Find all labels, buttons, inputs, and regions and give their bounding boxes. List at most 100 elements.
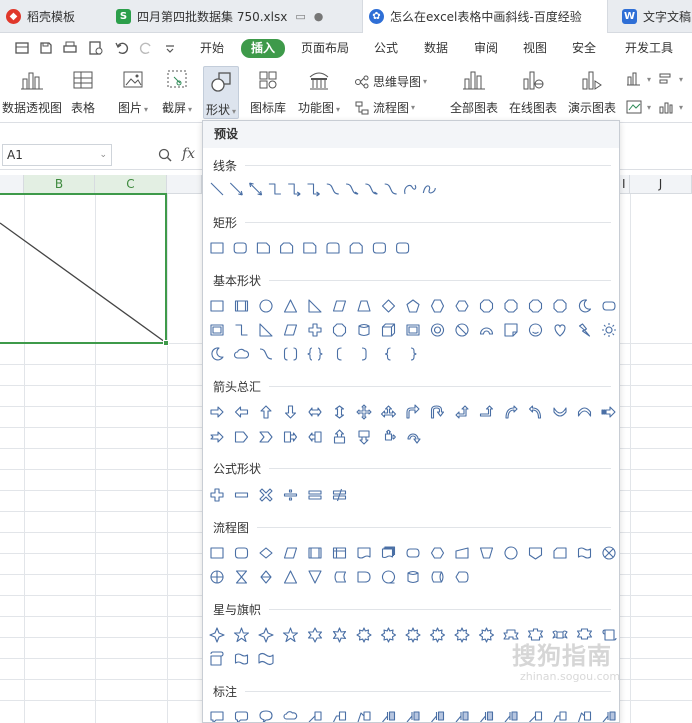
shape-scrollH-icon[interactable] <box>210 651 224 666</box>
shape-lightning-icon[interactable] <box>578 323 591 337</box>
stat-chart-dropdown[interactable]: ▾ <box>658 99 683 115</box>
shape-fcard-icon[interactable] <box>553 547 567 559</box>
shape-fmanual-icon[interactable] <box>455 547 469 559</box>
column-chart-dropdown[interactable]: ▾ <box>626 71 651 87</box>
shape-fdelay-icon[interactable] <box>357 571 371 583</box>
shape-wave-icon[interactable] <box>234 653 249 665</box>
shape-octagon-icon[interactable] <box>553 299 567 313</box>
shape-rtriangle-icon[interactable] <box>308 299 322 313</box>
shape-curve-icon[interactable] <box>384 183 397 195</box>
shape-curvearrow-icon[interactable] <box>365 183 378 195</box>
shape-arrowUD-icon[interactable] <box>334 405 345 419</box>
shape-octagon-icon[interactable] <box>528 299 543 313</box>
shape-cRound-icon[interactable] <box>234 711 249 723</box>
shape-cBar-icon[interactable] <box>382 711 396 722</box>
shape-mult-icon[interactable] <box>259 488 273 502</box>
shape-cRect-icon[interactable] <box>210 711 224 723</box>
shape-fseq-icon[interactable] <box>381 570 396 584</box>
shape-fprocess-icon[interactable] <box>210 547 224 559</box>
shape-leftup-icon[interactable] <box>455 405 469 419</box>
name-box[interactable]: A1 ⌄ <box>2 144 112 166</box>
tab-writer-document[interactable]: W 文字文稿 <box>616 0 692 33</box>
shape-moon-icon[interactable] <box>578 299 592 313</box>
screenshot-button[interactable]: 截屏 ▾ <box>162 67 192 116</box>
pivot-chart-button[interactable]: 数据透视图 <box>2 67 62 116</box>
menu-hamburger-icon[interactable] <box>14 40 30 56</box>
shape-folded-icon[interactable] <box>504 323 518 337</box>
tab-screen-icon[interactable]: ▭ <box>295 10 305 23</box>
shape-cBar-icon[interactable] <box>480 711 494 722</box>
shape-quad-icon[interactable] <box>356 404 372 420</box>
menu-page-layout[interactable]: 页面布局 <box>301 39 349 57</box>
shape-fpredef-icon[interactable] <box>234 300 249 312</box>
shape-roundsnip-icon[interactable] <box>326 242 340 254</box>
zoom-search-icon[interactable] <box>157 147 173 163</box>
shape-cLine2-icon[interactable] <box>553 711 567 722</box>
shape-fextract-icon[interactable] <box>283 570 298 584</box>
shape-roundrect-icon[interactable] <box>233 242 247 254</box>
shape-circular-icon[interactable] <box>407 433 421 444</box>
column-header-d-partial[interactable] <box>167 175 202 194</box>
shape-fdoc-icon[interactable] <box>357 547 371 559</box>
shape-notequal-icon[interactable] <box>332 488 347 502</box>
shape-cLine-icon[interactable] <box>529 711 543 722</box>
shape-frame-icon[interactable] <box>406 324 420 336</box>
save-icon[interactable] <box>38 40 54 56</box>
shape-circle-icon[interactable] <box>259 299 273 313</box>
shape-curve-icon[interactable] <box>326 183 339 195</box>
shape-octagon-icon[interactable] <box>504 299 518 313</box>
shape-fstored-icon[interactable] <box>334 571 347 583</box>
undo-icon[interactable] <box>114 40 130 56</box>
shape-fmag-icon[interactable] <box>407 570 419 584</box>
shape-curvearrow-icon[interactable] <box>346 183 359 195</box>
shape-octagon-icon[interactable] <box>479 299 494 313</box>
shape-star5-icon[interactable] <box>282 627 299 643</box>
print-preview-icon[interactable] <box>88 40 104 56</box>
shape-homeplate-icon[interactable] <box>234 431 249 443</box>
shape-dblwave-icon[interactable] <box>258 652 274 666</box>
print-icon[interactable] <box>62 40 78 56</box>
shape-fsort-icon[interactable] <box>260 570 272 584</box>
tab-baidu-experience[interactable]: ✿ 怎么在excel表格中画斜线-百度经验 <box>362 0 608 33</box>
shape-rect-icon[interactable] <box>210 300 224 312</box>
shape-elbow-icon[interactable] <box>235 324 248 336</box>
function-fx-button[interactable]: fx <box>182 146 195 162</box>
shape-snip-icon[interactable] <box>303 242 317 254</box>
shape-lbracket-icon[interactable] <box>336 347 342 361</box>
menu-home[interactable]: 开始 <box>200 39 224 57</box>
mind-map-button[interactable]: 思维导图 ▾ <box>354 73 427 90</box>
shape-falt-icon[interactable] <box>234 547 249 559</box>
shape-cLine2-icon[interactable] <box>333 711 347 722</box>
menu-developer[interactable]: 开发工具 <box>625 39 673 57</box>
shape-parallelogram-icon[interactable] <box>332 300 347 312</box>
shape-uturn-icon[interactable] <box>430 405 445 419</box>
shape-fsum-icon[interactable] <box>602 546 616 560</box>
picture-button[interactable]: 图片 ▾ <box>118 67 148 116</box>
shape-arrowD-icon[interactable] <box>284 405 297 419</box>
shape-snip2-icon[interactable] <box>349 242 363 254</box>
shape-rtriangle-icon[interactable] <box>259 323 273 337</box>
shape-curvedR-icon[interactable] <box>505 405 518 419</box>
shape-fmanop-icon[interactable] <box>479 547 494 559</box>
shape-fmultidoc-icon[interactable] <box>381 546 396 559</box>
shape-minus-icon[interactable] <box>234 492 249 498</box>
column-header-j[interactable]: J <box>630 175 692 194</box>
shape-calloutD-icon[interactable] <box>358 430 370 445</box>
shape-cOval-icon[interactable] <box>259 710 273 723</box>
shape-equal-icon[interactable] <box>308 490 322 500</box>
menu-formulas[interactable]: 公式 <box>374 39 398 57</box>
shape-freeform-icon[interactable] <box>404 184 417 195</box>
shape-bracketpair-icon[interactable] <box>283 347 298 361</box>
menu-security[interactable]: 安全 <box>572 39 596 57</box>
shape-fconnect-icon[interactable] <box>504 546 518 560</box>
fill-handle[interactable] <box>163 340 169 346</box>
diagonal-line-shape[interactable] <box>0 195 165 342</box>
shape-octagon-icon[interactable] <box>332 323 347 337</box>
shape-fterm-icon[interactable] <box>406 548 420 558</box>
shape-elbowarrow-icon[interactable] <box>307 183 320 197</box>
shape-fmerge-icon[interactable] <box>308 570 322 584</box>
column-header-b[interactable]: B <box>24 175 95 194</box>
shape-snip-icon[interactable] <box>256 242 270 254</box>
shape-star7-icon[interactable] <box>332 627 347 643</box>
shape-cBar-icon[interactable] <box>431 711 445 722</box>
